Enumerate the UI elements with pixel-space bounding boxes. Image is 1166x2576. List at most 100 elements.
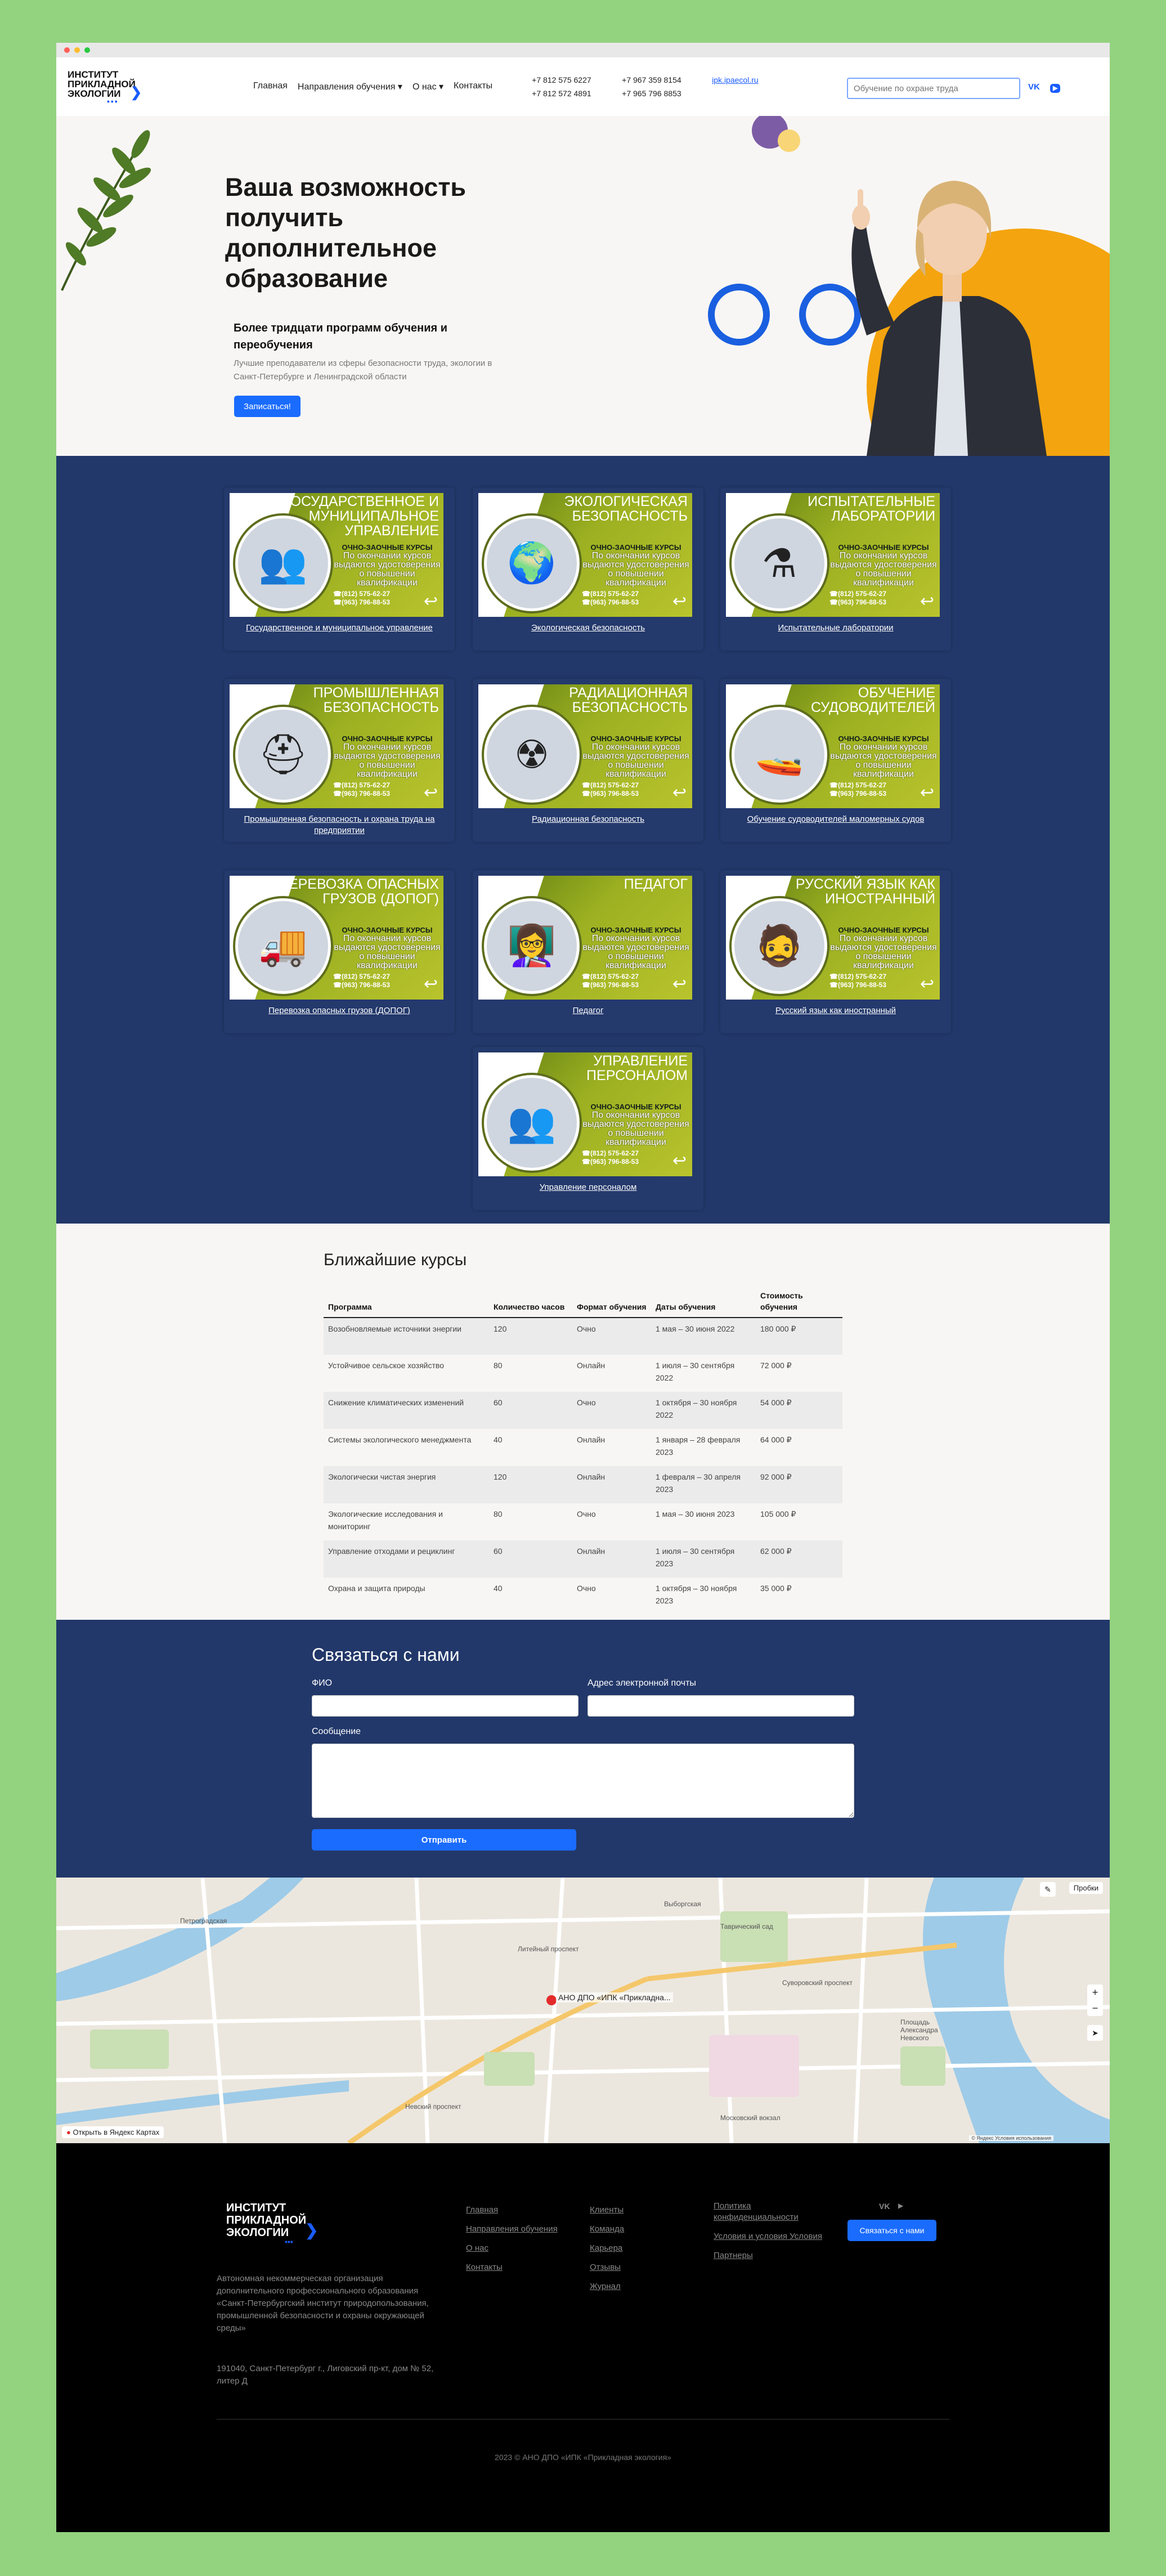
minimize-dot[interactable]: [74, 47, 80, 53]
direction-card[interactable]: Государственное и муниципальное управлен…: [224, 487, 455, 651]
phone-4[interactable]: +7 965 796 8853: [622, 89, 712, 98]
footer-link-home[interactable]: Главная: [466, 2201, 558, 2220]
hero-title: Ваша возможность получить дополнительное…: [225, 173, 467, 293]
direction-card[interactable]: Русский язык как иностранный 🧔 ОЧНО-ЗАОЧНЫ…: [720, 870, 951, 1033]
phone-1[interactable]: +7 812 575 6227: [532, 75, 622, 84]
direction-card[interactable]: Педагог 👩‍🏫 ОЧНО-ЗАОЧНЫЕ КУРСЫ По окончании…: [473, 870, 703, 1033]
col-format: Формат обучения: [572, 1285, 651, 1318]
table-cell: 62 000 ₽: [756, 1540, 842, 1578]
direction-caption[interactable]: Испытательные лаборатории: [732, 622, 940, 634]
footer-link-reviews[interactable]: Отзывы: [590, 2258, 624, 2277]
banner-line-2: По окончании курсов выдаются удостоверен…: [334, 934, 441, 970]
direction-banner[interactable]: Радиационная безопасность ☢ ОЧНО-ЗАОЧНЫЕ К…: [478, 684, 692, 808]
nav-home[interactable]: Главная: [253, 81, 288, 92]
banner-info: ОЧНО-ЗАОЧНЫЕ КУРСЫ По окончании курсов вы…: [331, 926, 443, 970]
footer-link-terms[interactable]: Условия и условия Условия: [714, 2231, 826, 2242]
footer-link-privacy[interactable]: Политика конфиденциальности: [714, 2201, 826, 2223]
direction-banner[interactable]: Экологическая безопасность 🌍 ОЧНО-ЗАОЧНЫЕ …: [478, 493, 692, 617]
direction-card[interactable]: Радиационная безопасность ☢ ОЧНО-ЗАОЧНЫЕ К…: [473, 679, 703, 842]
banner-line-1: ОЧНО-ЗАОЧНЫЕ КУРСЫ: [342, 734, 433, 743]
banner-phones: ☎(812) 575-62-27 ☎(963) 796-88-53: [829, 973, 886, 989]
footer-contact-button[interactable]: Связаться с нами: [847, 2220, 936, 2241]
signup-button[interactable]: Записаться!: [234, 396, 301, 417]
banner-line-1: ОЧНО-ЗАОЧНЫЕ КУРСЫ: [342, 926, 433, 934]
footer-col-2: Клиенты Команда Карьера Отзывы Журнал: [590, 2201, 624, 2296]
direction-banner[interactable]: Русский язык как иностранный 🧔 ОЧНО-ЗАОЧНЫ…: [726, 876, 940, 1000]
ruler-icon[interactable]: ✎: [1040, 1882, 1056, 1897]
zoom-control[interactable]: + −: [1087, 1984, 1103, 2016]
direction-banner[interactable]: Обучение судоводителей 🚤 ОЧНО-ЗАОЧНЫЕ КУРС…: [726, 684, 940, 808]
footer-youtube-icon[interactable]: ▶: [898, 2202, 903, 2210]
vk-icon[interactable]: VK: [1028, 82, 1040, 92]
direction-caption[interactable]: Управление персоналом: [484, 1182, 692, 1193]
direction-caption[interactable]: Обучение судоводителей маломерных судов: [732, 814, 940, 825]
footer-link-clients[interactable]: Клиенты: [590, 2201, 624, 2220]
footer-link-career[interactable]: Карьера: [590, 2239, 624, 2258]
footer-link-directions[interactable]: Направления обучения: [466, 2220, 558, 2239]
footer-link-partners[interactable]: Партнеры: [714, 2250, 826, 2261]
close-dot[interactable]: [64, 47, 70, 53]
direction-caption[interactable]: Государственное и муниципальное управлен…: [235, 622, 443, 634]
zoom-in-icon[interactable]: +: [1087, 1984, 1103, 2000]
open-in-yandex-label: Открыть в Яндекс Картах: [73, 2128, 160, 2136]
traffic-button[interactable]: Пробки: [1069, 1882, 1103, 1894]
table-cell: Онлайн: [577, 1435, 606, 1444]
search-input[interactable]: [847, 78, 1020, 99]
open-in-yandex-link[interactable]: ● Открыть в Яндекс Картах: [62, 2126, 164, 2138]
banner-phones: ☎(812) 575-62-27 ☎(963) 796-88-53: [582, 590, 639, 607]
direction-caption[interactable]: Перевозка опасных грузов (ДОПОГ): [235, 1005, 443, 1016]
email-field[interactable]: [588, 1695, 854, 1717]
direction-caption[interactable]: Педагог: [484, 1005, 692, 1016]
direction-caption[interactable]: Радиационная безопасность: [484, 814, 692, 825]
banner-info: ОЧНО-ЗАОЧНЫЕ КУРСЫ По окончании курсов вы…: [827, 544, 940, 588]
nav-directions[interactable]: Направления обучения ▾: [298, 81, 402, 92]
site-logo[interactable]: ИНСТИТУТ ПРИКЛАДНОЙ ЭКОЛОГИИ ❯ •••: [68, 70, 152, 105]
direction-banner[interactable]: Испытательные лаборатории ⚗ ОЧНО-ЗАОЧНЫЕ К…: [726, 493, 940, 617]
direction-banner[interactable]: Промышленная безопасность ⛑ ОЧНО-ЗАОЧНЫЕ К…: [230, 684, 443, 808]
direction-card[interactable]: Перевозка опасных грузов (ДОПОГ) 🚚 ОЧНО-ЗА…: [224, 870, 455, 1033]
direction-caption[interactable]: Промышленная безопасность и охрана труда…: [235, 814, 443, 836]
zoom-out-icon[interactable]: −: [1087, 2000, 1103, 2016]
phone-2[interactable]: +7 967 359 8154: [622, 75, 712, 84]
direction-card[interactable]: Обучение судоводителей 🚤 ОЧНО-ЗАОЧНЫЕ КУРС…: [720, 679, 951, 842]
site-header: ИНСТИТУТ ПРИКЛАДНОЙ ЭКОЛОГИИ ❯ ••• Главн…: [56, 57, 1110, 116]
table-cell: Экологически чистая энергия: [324, 1466, 489, 1503]
nav-about[interactable]: О нас ▾: [412, 81, 443, 92]
direction-card[interactable]: Промышленная безопасность ⛑ ОЧНО-ЗАОЧНЫЕ К…: [224, 679, 455, 842]
name-field[interactable]: [312, 1695, 578, 1717]
map-pin-label[interactable]: АНО ДПО «ИПК «Прикладна...: [556, 1992, 673, 2002]
table-row: Экологические исследования и мониторинг 8…: [324, 1503, 842, 1540]
table-cell: 60: [489, 1392, 572, 1429]
yandex-map[interactable]: АНО ДПО «ИПК «Прикладна... Петроградская…: [56, 1878, 1110, 2143]
email-label: Адрес электронной почты: [588, 1678, 696, 1688]
footer-link-contacts[interactable]: Контакты: [466, 2258, 558, 2277]
youtube-icon[interactable]: ▶: [1050, 84, 1061, 93]
geolocation-icon[interactable]: ➤: [1087, 2025, 1103, 2041]
footer-link-journal[interactable]: Журнал: [590, 2277, 624, 2296]
message-field[interactable]: [312, 1744, 854, 1818]
footer-logo[interactable]: ИНСТИТУТ ПРИКЛАДНОЙ ЭКОЛОГИИ ❯ •••: [226, 2202, 318, 2246]
direction-banner[interactable]: Педагог 👩‍🏫 ОЧНО-ЗАОЧНЫЕ КУРСЫ По окончании…: [478, 876, 692, 1000]
nav-contacts[interactable]: Контакты: [454, 81, 492, 92]
direction-caption[interactable]: Экологическая безопасность: [484, 622, 692, 634]
table-cell: 120: [489, 1466, 572, 1503]
table-row: Возобновляемые источники энергии 120 Очно 1…: [324, 1318, 842, 1355]
phone-3[interactable]: +7 812 572 4891: [532, 89, 622, 98]
directions-section: Государственное и муниципальное управлен…: [56, 456, 1110, 1224]
footer-vk-icon[interactable]: VK: [879, 2202, 890, 2211]
map-copyright[interactable]: © Яндекс Условия использования: [969, 2135, 1053, 2141]
direction-banner[interactable]: Государственное и муниципальное управлен…: [230, 493, 443, 617]
direction-caption[interactable]: Русский язык как иностранный: [732, 1005, 940, 1016]
direction-banner[interactable]: Управление персоналом 👥 ОЧНО-ЗАОЧНЫЕ КУРСЫ…: [478, 1052, 692, 1176]
direction-card[interactable]: Экологическая безопасность 🌍 ОЧНО-ЗАОЧНЫЕ …: [473, 487, 703, 651]
footer-link-about[interactable]: О нас: [466, 2239, 558, 2258]
footer-link-team[interactable]: Команда: [590, 2220, 624, 2239]
direction-card[interactable]: Испытательные лаборатории ⚗ ОЧНО-ЗАОЧНЫЕ К…: [720, 487, 951, 651]
direction-photo: 👥: [235, 516, 331, 611]
table-row: Снижение климатических изменений 60 Очно 1 …: [324, 1392, 842, 1429]
header-email-link[interactable]: ipk.ipaecol.ru: [712, 75, 779, 84]
direction-card[interactable]: Управление персоналом 👥 ОЧНО-ЗАОЧНЫЕ КУРСЫ…: [473, 1047, 703, 1210]
maximize-dot[interactable]: [84, 47, 90, 53]
submit-button[interactable]: Отправить: [312, 1829, 576, 1851]
direction-banner[interactable]: Перевозка опасных грузов (ДОПОГ) 🚚 ОЧНО-ЗА…: [230, 876, 443, 1000]
